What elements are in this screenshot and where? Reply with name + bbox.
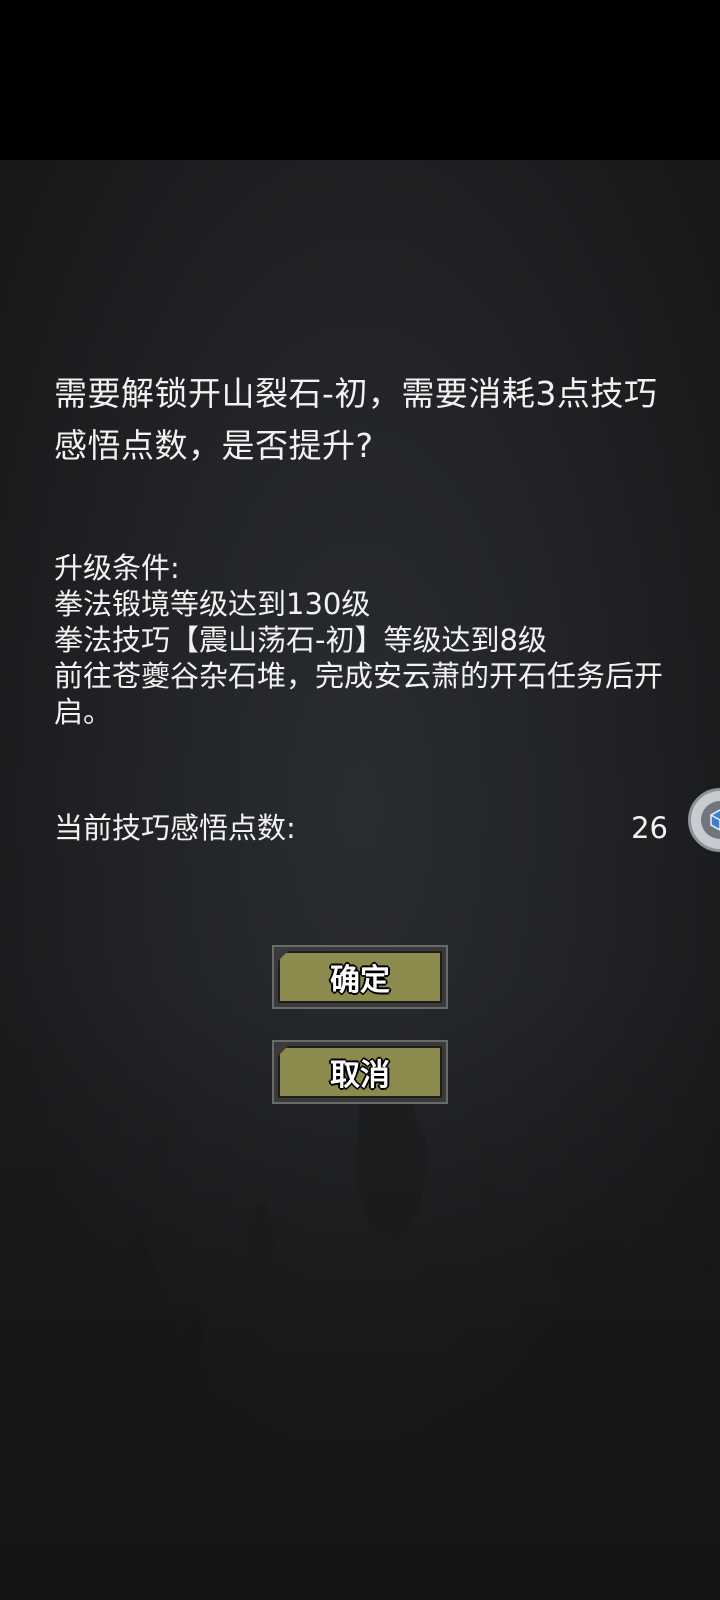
game-screen: 需要解锁开山裂石-初，需要消耗3点技巧感悟点数，是否提升? 升级条件: 拳法锻境… [0, 160, 720, 1600]
condition-item: 拳法锻境等级达到130级 [54, 587, 371, 621]
upgrade-conditions: 升级条件: 拳法锻境等级达到130级 拳法技巧【震山荡石-初】等级达到8级 前往… [54, 550, 674, 730]
conditions-title: 升级条件: [54, 551, 180, 585]
confirm-button-label[interactable]: 确定 [278, 951, 442, 1003]
current-points-row: 当前技巧感悟点数: 26 [54, 808, 668, 848]
points-value: 26 [631, 811, 668, 845]
top-black-bar [0, 0, 720, 160]
cancel-button[interactable]: 取消 [272, 1040, 448, 1104]
floating-assistant-button[interactable] [688, 788, 720, 852]
points-label: 当前技巧感悟点数: [54, 811, 296, 845]
unlock-question-text: 需要解锁开山裂石-初，需要消耗3点技巧感悟点数，是否提升? [54, 374, 658, 465]
condition-item: 前往苍夔谷杂石堆，完成安云萧的开石任务后开启。 [54, 659, 664, 729]
cancel-button-label[interactable]: 取消 [278, 1046, 442, 1098]
cube-icon [701, 801, 720, 839]
condition-item: 拳法技巧【震山荡石-初】等级达到8级 [54, 623, 547, 657]
confirm-button[interactable]: 确定 [272, 945, 448, 1009]
